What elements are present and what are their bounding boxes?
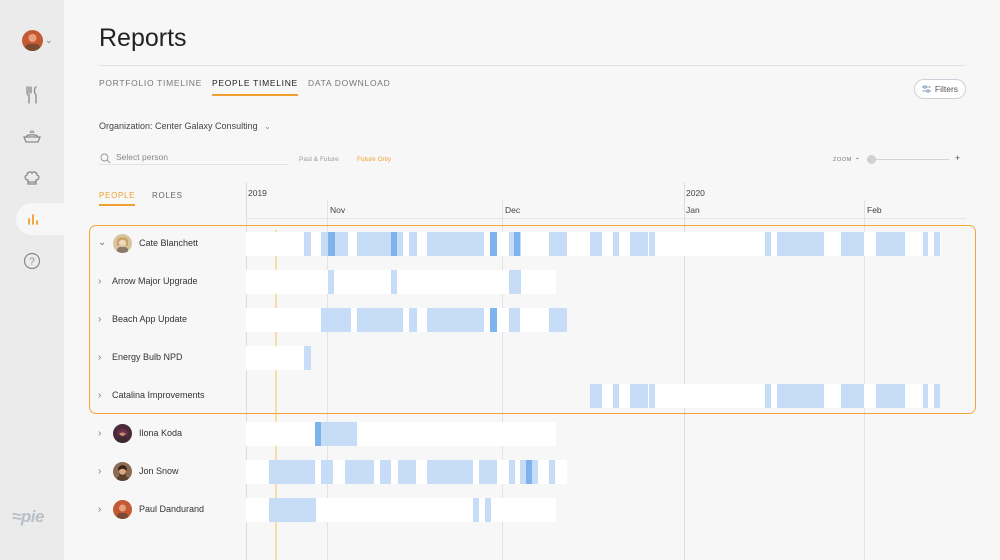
search-icon: [100, 153, 111, 164]
chevron-right-icon[interactable]: ›: [98, 466, 101, 477]
allocation-bar[interactable]: [485, 498, 491, 522]
allocation-bar[interactable]: [473, 498, 479, 522]
tab-portfolio-timeline[interactable]: PORTFOLIO TIMELINE: [99, 78, 202, 94]
tab-roles[interactable]: ROLES: [152, 191, 183, 204]
zoom-label: ZOOM: [833, 157, 852, 163]
help-icon[interactable]: ?: [16, 245, 48, 277]
row-label-jon-snow[interactable]: Jon Snow: [139, 466, 179, 476]
timeline-track: [246, 422, 556, 446]
zoom-slider-track[interactable]: [869, 159, 949, 160]
allocation-bar[interactable]: [315, 422, 321, 446]
past-future-toggle[interactable]: Past & Future: [299, 156, 339, 163]
allocation-bar[interactable]: [479, 460, 497, 484]
allocation-bar[interactable]: [380, 460, 391, 484]
allocation-bar[interactable]: [427, 460, 473, 484]
expanded-person-highlight: [89, 225, 976, 414]
future-only-toggle[interactable]: Future Only: [357, 156, 391, 163]
zoom-slider-knob[interactable]: [867, 155, 876, 164]
chevron-down-icon: ⌄: [264, 122, 271, 131]
sidebar: ⌄ ? ≈pie: [0, 0, 64, 560]
avatar: [113, 424, 132, 443]
chevron-right-icon[interactable]: ›: [98, 504, 101, 515]
filters-button[interactable]: Filters: [914, 79, 966, 99]
pie-dish-icon[interactable]: [16, 120, 48, 152]
month-label: Dec: [505, 205, 521, 215]
organization-label: Organization: Center Galaxy Consulting: [99, 121, 258, 131]
pie-logo: ≈pie: [12, 507, 44, 526]
allocation-bar[interactable]: [526, 460, 532, 484]
chevron-right-icon[interactable]: ›: [98, 428, 101, 439]
search-input[interactable]: [116, 152, 276, 162]
row-label-ilona-koda[interactable]: Ilona Koda: [139, 428, 182, 438]
allocation-bar[interactable]: [315, 422, 357, 446]
tab-people[interactable]: PEOPLE: [99, 191, 136, 206]
row-label-paul-dandurand[interactable]: Paul Dandurand: [139, 504, 204, 514]
reports-chart-icon[interactable]: [16, 203, 64, 235]
allocation-bar[interactable]: [509, 460, 515, 484]
avatar: [113, 462, 132, 481]
year-label: 2019: [248, 188, 267, 198]
allocation-bar[interactable]: [345, 460, 374, 484]
allocation-bar[interactable]: [269, 498, 316, 522]
allocation-bar[interactable]: [398, 460, 416, 484]
utensils-icon[interactable]: [16, 79, 48, 111]
avatar: [113, 500, 132, 519]
year-label: 2020: [686, 188, 705, 198]
zoom-in-button[interactable]: +: [955, 153, 960, 163]
tab-data-download[interactable]: DATA DOWNLOAD: [308, 78, 390, 94]
allocation-bar[interactable]: [269, 460, 315, 484]
chevron-down-icon[interactable]: ⌄: [45, 35, 53, 46]
month-label: Feb: [867, 205, 882, 215]
page-title: Reports: [99, 24, 187, 52]
user-avatar[interactable]: [22, 30, 43, 51]
month-label: Jan: [686, 205, 700, 215]
divider: [99, 65, 965, 66]
allocation-bar[interactable]: [549, 460, 555, 484]
chef-hat-icon[interactable]: [16, 162, 48, 194]
month-label: Nov: [330, 205, 346, 215]
timeline-header-divider: [246, 218, 966, 219]
sliders-icon: [921, 85, 931, 93]
filters-label: Filters: [934, 84, 959, 94]
organization-select[interactable]: Organization: Center Galaxy Consulting ⌄: [99, 121, 271, 131]
svg-text:?: ?: [29, 257, 35, 268]
zoom-out-button[interactable]: -: [856, 153, 859, 163]
allocation-bar[interactable]: [321, 460, 333, 484]
person-search[interactable]: [99, 152, 289, 165]
tab-people-timeline[interactable]: PEOPLE TIMELINE: [212, 78, 298, 96]
